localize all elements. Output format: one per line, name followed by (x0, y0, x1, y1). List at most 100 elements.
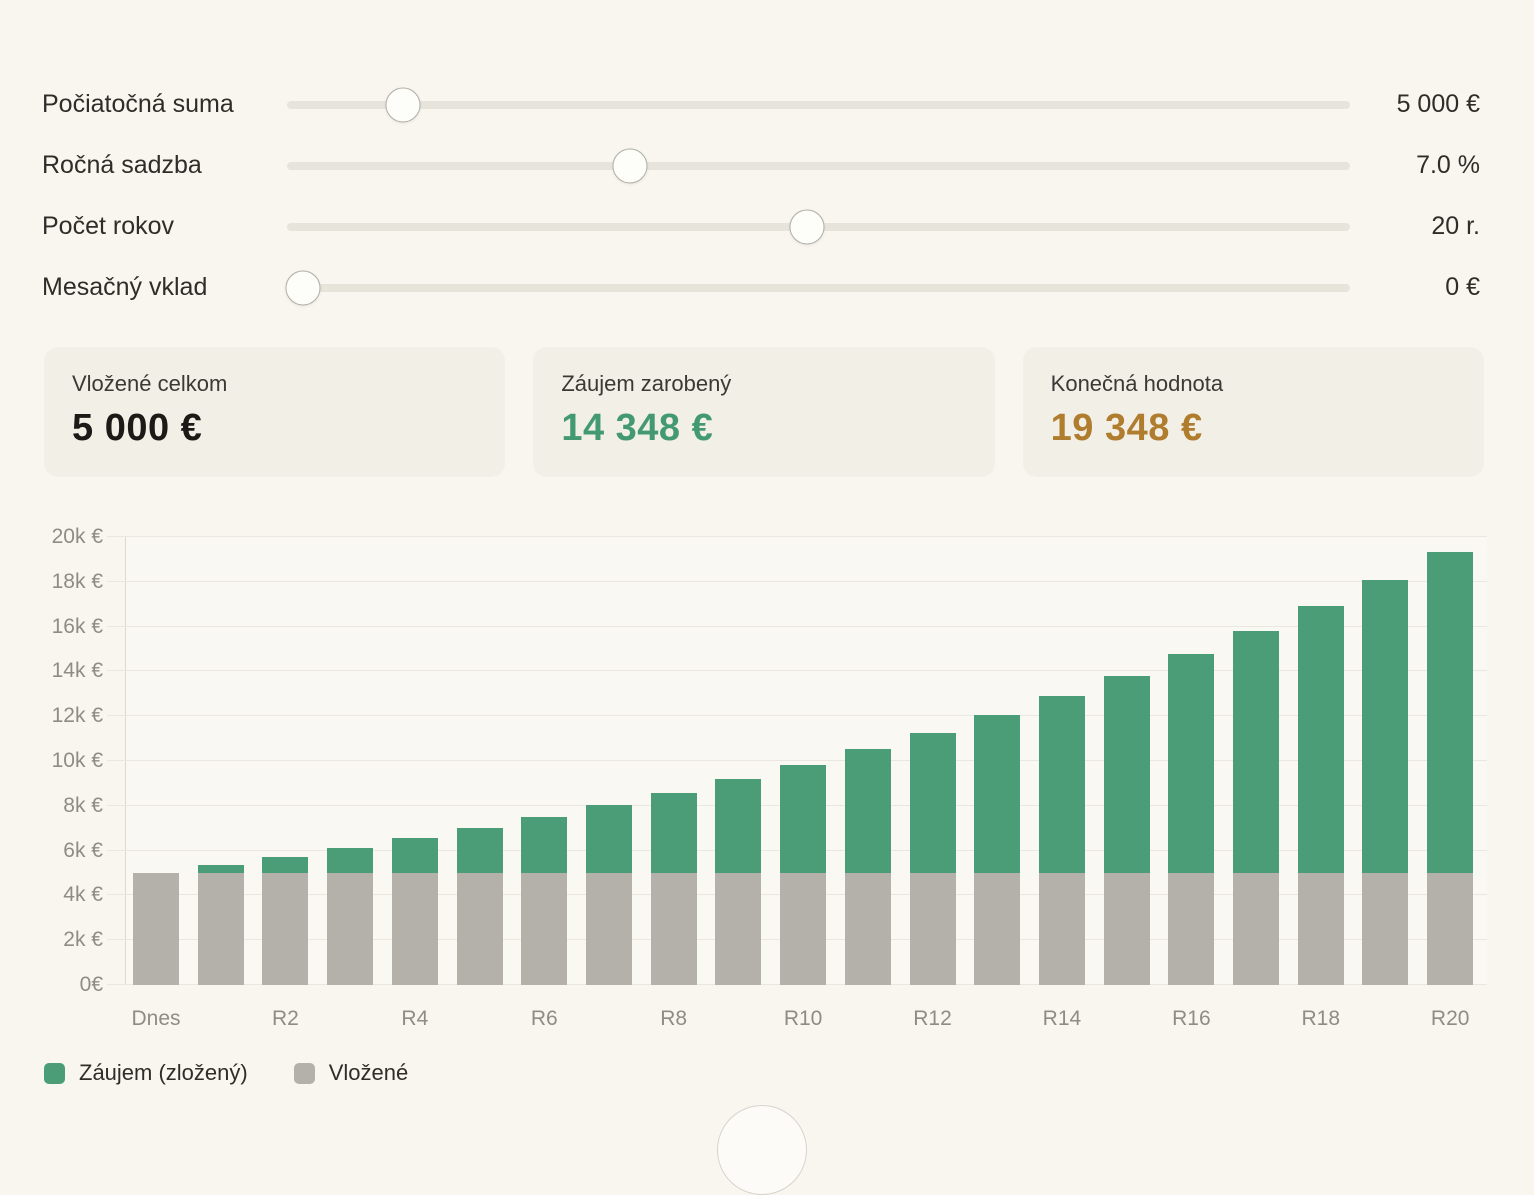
bar-segment-interest[interactable] (1427, 552, 1473, 873)
y-tick-label: 4k € (0, 882, 103, 908)
interest-series-swatch-icon (44, 1063, 65, 1084)
stacked-bar[interactable] (780, 765, 826, 985)
stacked-bar[interactable] (1104, 676, 1150, 985)
bar-segment-invested[interactable] (1039, 873, 1085, 985)
bar-segment-invested[interactable] (392, 873, 438, 985)
stacked-bar[interactable] (845, 749, 891, 985)
bar-segment-invested[interactable] (1233, 873, 1279, 985)
bar-segment-invested[interactable] (651, 873, 697, 985)
bar-segment-interest[interactable] (651, 793, 697, 873)
y-tick-label: 10k € (0, 748, 103, 774)
bar-segment-interest[interactable] (327, 848, 373, 873)
stat-card-label: Záujem zarobený (561, 371, 966, 397)
bar-segment-invested[interactable] (262, 873, 308, 985)
bar-segment-interest[interactable] (845, 749, 891, 873)
gridline (107, 670, 1487, 671)
compound-interest-calculator: { "sliders": [ { "label": "Počiatočná su… (0, 0, 1534, 1114)
bar-segment-invested[interactable] (521, 873, 567, 985)
stat-card-label: Vložené celkom (72, 371, 477, 397)
initial-sum-slider[interactable] (287, 101, 1350, 109)
bar-segment-invested[interactable] (1298, 873, 1344, 985)
slider-value: 0 € (1350, 273, 1480, 302)
bar-segment-invested[interactable] (715, 873, 761, 985)
stacked-bar[interactable] (521, 817, 567, 985)
bar-segment-interest[interactable] (586, 805, 632, 873)
bar-segment-invested[interactable] (1104, 873, 1150, 985)
bar-segment-invested[interactable] (974, 873, 1020, 985)
slider-label: Počet rokov (42, 212, 287, 241)
bar-segment-interest[interactable] (974, 715, 1020, 873)
legend-item-invested[interactable]: Vložené (294, 1060, 409, 1086)
slider-thumb[interactable] (789, 209, 824, 244)
bar-segment-interest[interactable] (910, 733, 956, 873)
growth-chart: 0€2k €4k €6k €8k €10k €12k €14k €16k €18… (0, 522, 1534, 1114)
stacked-bar[interactable] (198, 865, 244, 985)
bar-segment-invested[interactable] (1362, 873, 1408, 985)
bar-segment-invested[interactable] (327, 873, 373, 985)
stacked-bar[interactable] (392, 838, 438, 985)
stat-card-value: 5 000 € (72, 407, 477, 450)
stat-card-final-value: Konečná hodnota 19 348 € (1023, 347, 1484, 477)
bar-segment-invested[interactable] (845, 873, 891, 985)
bar-segment-invested[interactable] (1427, 873, 1473, 985)
slider-thumb[interactable] (285, 270, 320, 305)
bar-segment-invested[interactable] (1168, 873, 1214, 985)
x-tick-label: Dnes (131, 1007, 180, 1031)
y-tick-label: 8k € (0, 793, 103, 819)
slider-row-years: Počet rokov 20 r. (42, 196, 1480, 257)
stacked-bar[interactable] (910, 733, 956, 985)
slider-value: 20 r. (1350, 212, 1480, 241)
gridline (107, 626, 1487, 627)
bar-segment-interest[interactable] (1233, 631, 1279, 873)
stacked-bar[interactable] (457, 828, 503, 985)
years-slider[interactable] (287, 223, 1350, 231)
monthly-deposit-slider[interactable] (287, 284, 1350, 292)
stacked-bar[interactable] (1427, 552, 1473, 985)
legend-item-interest[interactable]: Záujem (zložený) (44, 1060, 248, 1086)
stacked-bar[interactable] (586, 805, 632, 985)
stacked-bar[interactable] (1039, 696, 1085, 985)
slider-label: Mesačný vklad (42, 273, 287, 302)
bar-segment-interest[interactable] (198, 865, 244, 873)
bar-segment-interest[interactable] (521, 817, 567, 873)
annual-rate-slider[interactable] (287, 162, 1350, 170)
x-tick-label: R12 (913, 1007, 952, 1031)
legend-label: Vložené (329, 1060, 409, 1086)
stacked-bar[interactable] (327, 848, 373, 985)
stacked-bar[interactable] (651, 793, 697, 985)
slider-panel: Počiatočná suma 5 000 € Ročná sadzba 7.0… (0, 0, 1534, 318)
bar-segment-interest[interactable] (1039, 696, 1085, 873)
bar-segment-invested[interactable] (457, 873, 503, 985)
bar-segment-invested[interactable] (910, 873, 956, 985)
bar-segment-interest[interactable] (715, 779, 761, 873)
stacked-bar[interactable] (1298, 606, 1344, 985)
bar-segment-interest[interactable] (1362, 580, 1408, 873)
bar-segment-interest[interactable] (457, 828, 503, 873)
bottom-peek-button[interactable] (717, 1105, 807, 1195)
stacked-bar[interactable] (1168, 654, 1214, 985)
bar-segment-invested[interactable] (198, 873, 244, 985)
stacked-bar[interactable] (715, 779, 761, 985)
slider-label: Počiatočná suma (42, 90, 287, 119)
bar-segment-invested[interactable] (586, 873, 632, 985)
bar-segment-interest[interactable] (1298, 606, 1344, 873)
bar-segment-invested[interactable] (780, 873, 826, 985)
stacked-bar[interactable] (262, 857, 308, 985)
stacked-bar[interactable] (1362, 580, 1408, 985)
stacked-bar[interactable] (1233, 631, 1279, 985)
bar-segment-invested[interactable] (133, 873, 179, 985)
bar-segment-interest[interactable] (780, 765, 826, 873)
bar-segment-interest[interactable] (392, 838, 438, 873)
x-tick-label: R2 (272, 1007, 299, 1031)
stacked-bar[interactable] (974, 715, 1020, 985)
slider-row-annual-rate: Ročná sadzba 7.0 % (42, 135, 1480, 196)
stacked-bar[interactable] (133, 873, 179, 985)
bar-segment-interest[interactable] (1104, 676, 1150, 873)
slider-thumb[interactable] (385, 87, 420, 122)
bar-segment-interest[interactable] (1168, 654, 1214, 873)
stat-card-value: 19 348 € (1051, 407, 1456, 450)
stat-card-value: 14 348 € (561, 407, 966, 450)
gridline (107, 581, 1487, 582)
bar-segment-interest[interactable] (262, 857, 308, 873)
slider-thumb[interactable] (613, 148, 648, 183)
